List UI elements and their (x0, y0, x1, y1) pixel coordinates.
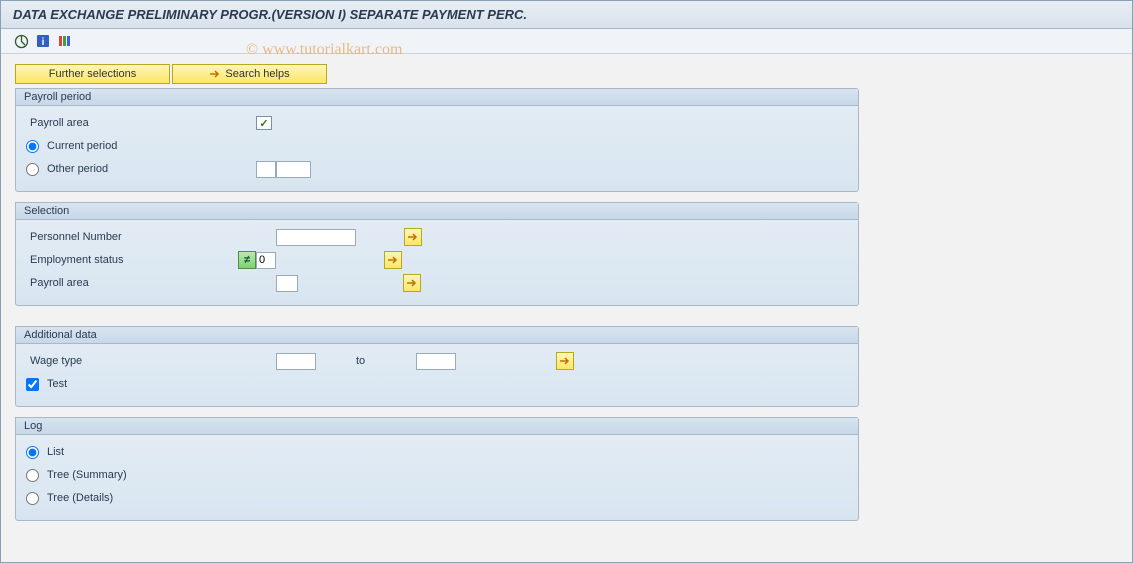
app-window: DATA EXCHANGE PRELIMINARY PROGR.(VERSION… (0, 0, 1133, 563)
other-period-field-1[interactable] (256, 161, 276, 178)
to-label: to (316, 355, 416, 367)
further-selections-button[interactable]: Further selections (15, 64, 170, 84)
group-selection: Selection Personnel Number Employment st… (15, 202, 859, 306)
sel-payroll-area-field[interactable] (276, 275, 298, 292)
group-additional-data: Additional data Wage type to Te (15, 326, 859, 407)
button-bar: Further selections Search helps (15, 64, 1118, 84)
employment-status-field[interactable] (256, 252, 276, 269)
test-checkbox[interactable]: Test (26, 378, 67, 391)
execute-icon[interactable] (13, 33, 29, 49)
log-list-input[interactable] (26, 446, 39, 459)
other-period-field-2[interactable] (276, 161, 311, 178)
page-title: DATA EXCHANGE PRELIMINARY PROGR.(VERSION… (1, 1, 1132, 29)
log-tree-summary-label: Tree (Summary) (47, 469, 127, 481)
search-helps-button[interactable]: Search helps (172, 64, 327, 84)
log-tree-details-label: Tree (Details) (47, 492, 113, 504)
group-payroll-period: Payroll period Payroll area Current peri… (15, 88, 859, 192)
payroll-area-label: Payroll area (26, 117, 256, 129)
toolbar: i (1, 29, 1132, 54)
test-checkbox-input[interactable] (26, 378, 39, 391)
current-period-radio[interactable]: Current period (26, 140, 117, 153)
other-period-label: Other period (47, 163, 108, 175)
group-title-selection: Selection (16, 203, 858, 220)
group-title-log: Log (16, 418, 858, 435)
personnel-number-label: Personnel Number (26, 231, 256, 243)
log-list-label: List (47, 446, 64, 458)
log-tree-summary-input[interactable] (26, 469, 39, 482)
employment-status-multiselect-icon[interactable] (384, 251, 402, 269)
content-area: Further selections Search helps Payroll … (1, 54, 1132, 541)
log-list-radio[interactable]: List (26, 446, 64, 459)
personnel-number-multiselect-icon[interactable] (404, 228, 422, 246)
group-title-additional-data: Additional data (16, 327, 858, 344)
info-icon[interactable]: i (35, 33, 51, 49)
other-period-radio[interactable]: Other period (26, 163, 256, 176)
sel-payroll-area-multiselect-icon[interactable] (403, 274, 421, 292)
not-equal-icon[interactable]: ≠ (238, 251, 256, 269)
payroll-area-indicator[interactable] (256, 116, 272, 130)
further-selections-label: Further selections (49, 68, 136, 80)
group-log: Log List Tree (Summary) (15, 417, 859, 521)
search-helps-label: Search helps (225, 68, 289, 80)
group-title-payroll-period: Payroll period (16, 89, 858, 106)
sel-payroll-area-label: Payroll area (26, 277, 256, 289)
test-label: Test (47, 378, 67, 390)
current-period-input[interactable] (26, 140, 39, 153)
wage-type-multiselect-icon[interactable] (556, 352, 574, 370)
wage-type-label: Wage type (26, 355, 256, 367)
other-period-input[interactable] (26, 163, 39, 176)
log-tree-details-input[interactable] (26, 492, 39, 505)
wage-type-to-field[interactable] (416, 353, 456, 370)
log-tree-details-radio[interactable]: Tree (Details) (26, 492, 113, 505)
employment-status-label: Employment status (26, 254, 238, 266)
personnel-number-field[interactable] (276, 229, 356, 246)
variant-icon[interactable] (57, 33, 73, 49)
current-period-label: Current period (47, 140, 117, 152)
log-tree-summary-radio[interactable]: Tree (Summary) (26, 469, 127, 482)
arrow-right-icon (209, 69, 221, 79)
wage-type-from-field[interactable] (276, 353, 316, 370)
svg-text:i: i (42, 37, 45, 48)
